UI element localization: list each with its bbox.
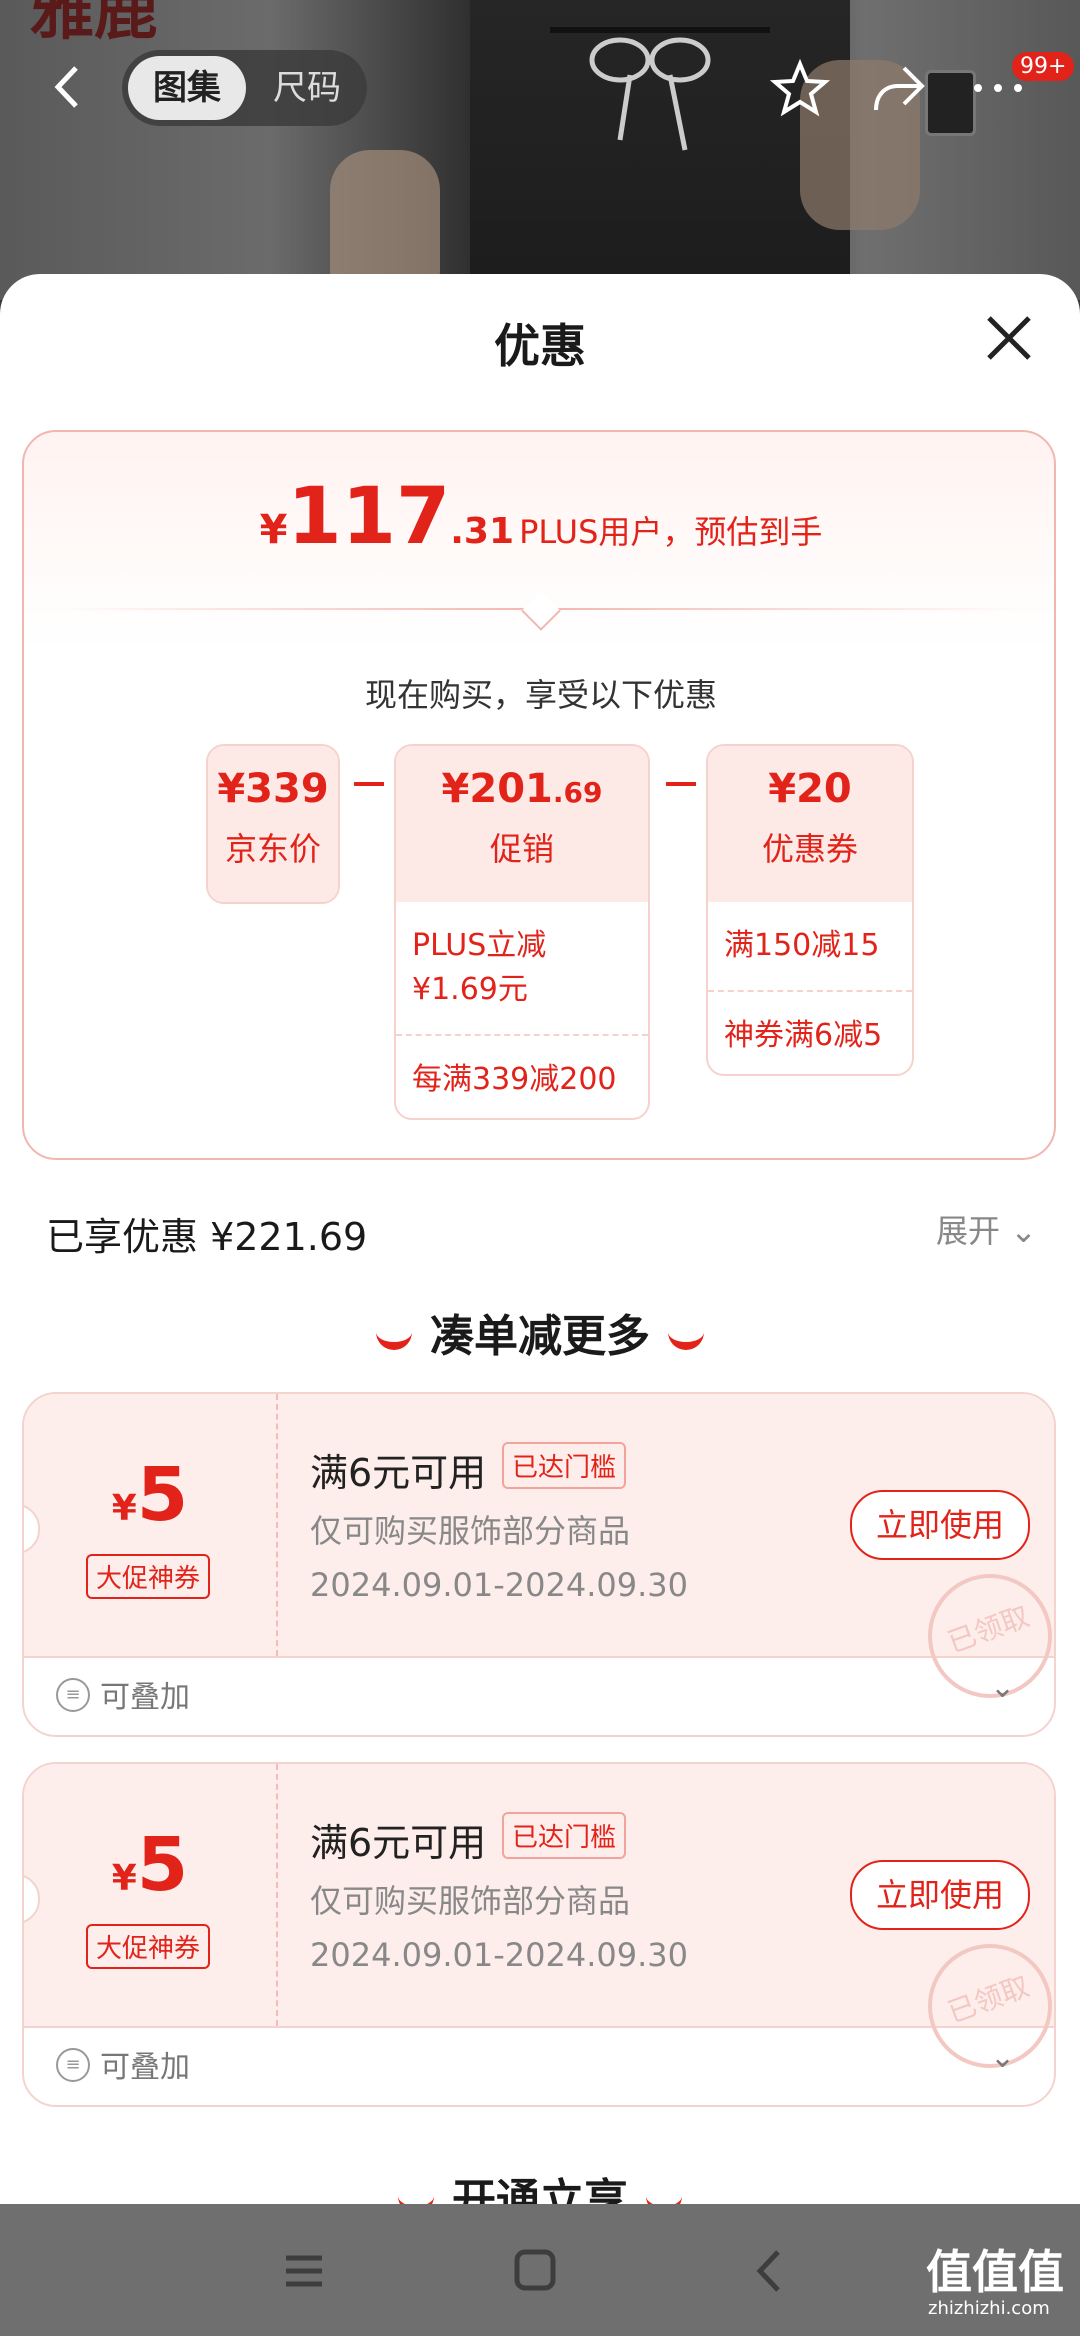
message-badge: 99+: [1012, 52, 1075, 81]
use-now-button[interactable]: 立即使用: [850, 1490, 1030, 1560]
home-button[interactable]: [505, 2244, 565, 2298]
promo-line: PLUS立减 ¥1.69元: [412, 928, 547, 1007]
smile-icon: [376, 1328, 412, 1350]
estimate-note: PLUS用户，预估到手: [519, 513, 823, 551]
promo-line: 每满339减200: [396, 1034, 648, 1118]
smile-icon: [398, 2192, 434, 2204]
now-buy-text: 现在购买，享受以下优惠: [364, 676, 717, 714]
coupon-date: 2024.09.01-2024.09.30: [310, 1936, 688, 1974]
tab-gallery[interactable]: 图集: [128, 56, 246, 120]
coupon-tag: 大促神券: [86, 1924, 211, 1969]
product-image: 雅鹿: [0, 0, 1080, 310]
watermark-url: zhizhizhi.com: [928, 2298, 1050, 2319]
star-icon: [769, 58, 831, 117]
threshold-badge: 已达门槛: [502, 1812, 627, 1859]
enjoyed-discount: 已享优惠 ¥221.69: [46, 1215, 368, 1259]
minus-sign: [666, 782, 696, 786]
close-button[interactable]: [985, 314, 1033, 362]
coupon-footer[interactable]: ≡ 可叠加 ⌄: [24, 1656, 1054, 1735]
home-square-icon: [514, 2249, 556, 2291]
coupon-date: 2024.09.01-2024.09.30: [310, 1566, 688, 1604]
smile-icon: [668, 1328, 704, 1350]
chevron-down-icon[interactable]: ⌄: [990, 1670, 1015, 1705]
close-icon: [987, 316, 1031, 360]
coupon-amount: ¥5: [111, 1822, 189, 1908]
smile-icon: [646, 2192, 682, 2204]
watermark: 值值值: [926, 2245, 1064, 2299]
expand-button[interactable]: 展开 ⌄: [936, 1206, 1037, 1252]
stackable-label: 可叠加: [100, 1680, 190, 1715]
section-title-open: 开通立享: [0, 2164, 1080, 2204]
minus-sign: [354, 782, 384, 786]
chevron-down-icon[interactable]: ⌄: [990, 2040, 1015, 2075]
threshold-badge: 已达门槛: [502, 1442, 627, 1489]
coupon-amount: ¥5: [111, 1452, 189, 1538]
stackable-label: 可叠加: [100, 2050, 190, 2085]
sheet-title: 优惠: [494, 319, 586, 373]
system-nav-bar: [0, 2204, 1080, 2336]
coupon-card: ¥5 大促神券 满6元可用 已达门槛 仅可购买服饰部分商品 2024.09.01…: [22, 1392, 1056, 1737]
use-now-button[interactable]: 立即使用: [850, 1860, 1030, 1930]
stack-icon: ≡: [56, 1678, 90, 1712]
nav-back-button[interactable]: [740, 2244, 800, 2298]
jd-price-box: ¥339 京东价: [206, 744, 340, 904]
recent-apps-button[interactable]: [274, 2244, 334, 2298]
menu-lines-icon: [286, 2255, 322, 2287]
coupon-scope: 仅可购买服饰部分商品: [310, 1882, 631, 1920]
brand-logo-text: 雅鹿: [30, 0, 158, 49]
coupon-tag: 大促神券: [86, 1554, 211, 1599]
gallery-size-toggle: 图集 尺码: [122, 50, 367, 126]
chevron-left-icon: [54, 66, 78, 108]
coupon-footer[interactable]: ≡ 可叠加 ⌄: [24, 2026, 1054, 2105]
back-button[interactable]: [48, 62, 88, 112]
coupon-condition: 满6元可用: [310, 1821, 487, 1865]
stack-icon: ≡: [56, 2048, 90, 2082]
coupon-line: 神券满6减5: [708, 990, 912, 1074]
chevron-left-icon: [756, 2250, 780, 2292]
coupon-condition: 满6元可用: [310, 1451, 487, 1495]
drawstring-icon: [550, 27, 770, 151]
coupon-box: ¥20 优惠券 满150减15 神券满6减5: [706, 744, 914, 1076]
coupon-scope: 仅可购买服饰部分商品: [310, 1512, 631, 1550]
estimated-price: ¥117.31 PLUS用户，预估到手: [259, 472, 823, 562]
promo-box: ¥201.69 促销 PLUS立减 ¥1.69元 每满339减200: [394, 744, 650, 1120]
coupon-line: 满150减15: [724, 928, 880, 963]
section-title-more: 凑单减更多: [0, 1300, 1080, 1364]
share-button[interactable]: [868, 58, 928, 118]
share-icon: [874, 66, 925, 111]
coupon-card: ¥5 大促神券 满6元可用 已达门槛 仅可购买服饰部分商品 2024.09.01…: [22, 1762, 1056, 2107]
pointer-notch: [521, 591, 561, 631]
tab-size[interactable]: 尺码: [252, 56, 362, 120]
discount-sheet: 优惠 ¥117.31 PLUS用户，预估到手 现在购买，享受以下优惠 ¥339 …: [0, 274, 1080, 2204]
favorite-button[interactable]: [769, 58, 831, 118]
price-summary-card: ¥117.31 PLUS用户，预估到手 现在购买，享受以下优惠 ¥339 京东价…: [22, 430, 1056, 1160]
